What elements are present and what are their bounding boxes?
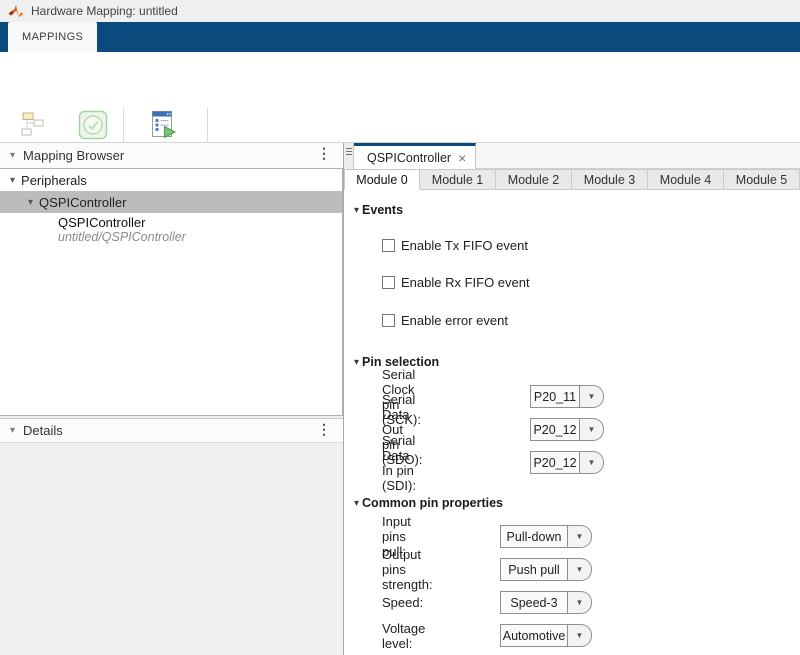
tab-module-3[interactable]: Module 3	[572, 169, 648, 190]
details-body	[0, 444, 343, 655]
dropdown-arrow-icon[interactable]: ▼	[580, 451, 604, 474]
dropdown-value: Speed-3	[500, 591, 568, 614]
dropdown-value: P20_11	[530, 385, 580, 408]
ribbon-band: MAPPINGS	[0, 22, 800, 52]
close-icon[interactable]: ×	[458, 152, 466, 164]
dropdown-sdo-pin[interactable]: P20_12 ▼	[530, 418, 604, 441]
dropdown-value: Automotive	[500, 624, 568, 647]
checkbox-enable-rx-fifo[interactable]	[382, 276, 395, 289]
dropdown-voltage-level[interactable]: Automotive ▼	[500, 624, 592, 647]
field-label-output-strength: Output pins strength:	[382, 547, 433, 592]
tab-mappings[interactable]: MAPPINGS	[8, 22, 97, 52]
dropdown-value: Push pull	[500, 558, 568, 581]
panel-menu-icon[interactable]: ⋮	[317, 145, 331, 162]
checkbox-enable-tx-fifo[interactable]	[382, 239, 395, 252]
tree-leaf-path: untitled/QSPIController	[58, 230, 342, 245]
peripherals-tree: ▾ Peripherals ▾ QSPIController QSPIContr…	[0, 168, 343, 416]
details-header: ▾ Details ⋮	[0, 418, 343, 443]
dropdown-input-pins-pull[interactable]: Pull-down ▼	[500, 525, 592, 548]
mapping-browser-panel: ▾ Mapping Browser ⋮ ▾ Peripherals ▾ QSPI…	[0, 143, 344, 655]
tree-item-label: Peripherals	[21, 173, 87, 188]
details-title: Details	[23, 423, 63, 438]
dropdown-value: P20_12	[530, 451, 580, 474]
checkbox-row-error[interactable]: Enable error event	[382, 312, 508, 328]
tree-leaf-name: QSPIController	[58, 215, 342, 230]
matlab-logo-icon	[8, 3, 24, 19]
tab-module-2[interactable]: Module 2	[496, 169, 572, 190]
dropdown-arrow-icon[interactable]: ▼	[568, 591, 592, 614]
module-tab-strip: Module 0 Module 1 Module 2 Module 3 Modu…	[344, 169, 800, 190]
expand-triangle-icon[interactable]: ▾	[10, 175, 15, 186]
module-settings-content: ▾ Events Enable Tx FIFO event Enable Rx …	[344, 190, 800, 655]
dropdown-arrow-icon[interactable]: ▼	[568, 525, 592, 548]
tree-item-qspicontroller-leaf[interactable]: QSPIController untitled/QSPIController	[0, 215, 342, 245]
collapse-triangle-icon[interactable]: ▾	[10, 425, 15, 436]
dropdown-output-pins-strength[interactable]: Push pull ▼	[500, 558, 592, 581]
apply-changes-icon	[78, 107, 108, 143]
generate-report-icon	[148, 107, 178, 143]
dropdown-arrow-icon[interactable]: ▼	[580, 385, 604, 408]
toolbar: Highlight Block Apply Changes	[0, 52, 800, 143]
section-collapse-icon[interactable]: ▾	[354, 357, 359, 368]
tab-module-1[interactable]: Module 1	[420, 169, 496, 190]
collapse-triangle-icon[interactable]: ▾	[10, 150, 15, 161]
checkbox-row-rx-fifo[interactable]: Enable Rx FIFO event	[382, 274, 530, 290]
tab-module-0[interactable]: Module 0	[344, 169, 420, 190]
editor-panel: QSPIController × Module 0 Module 1 Modul…	[344, 143, 800, 655]
dropdown-arrow-icon[interactable]: ▼	[568, 624, 592, 647]
section-collapse-icon[interactable]: ▾	[354, 205, 359, 216]
expand-triangle-icon[interactable]: ▾	[28, 197, 33, 208]
section-title: Common pin properties	[362, 496, 503, 510]
panel-menu-icon[interactable]: ⋮	[317, 421, 331, 438]
field-label-speed: Speed:	[382, 595, 423, 610]
section-title: Events	[362, 203, 403, 217]
tree-item-qspicontroller-group[interactable]: ▾ QSPIController	[0, 191, 342, 213]
tree-item-peripherals[interactable]: ▾ Peripherals	[0, 169, 342, 191]
document-tab-label: QSPIController	[367, 151, 451, 165]
document-tab-qspicontroller[interactable]: QSPIController ×	[354, 143, 476, 169]
checkbox-label: Enable error event	[401, 313, 508, 328]
checkbox-enable-error[interactable]	[382, 314, 395, 327]
section-events[interactable]: ▾ Events	[354, 203, 403, 217]
dropdown-sck-pin[interactable]: P20_11 ▼	[530, 385, 604, 408]
highlight-block-icon	[18, 107, 48, 143]
field-label-voltage: Voltage level:	[382, 621, 425, 651]
document-tab-bar: QSPIController ×	[344, 143, 800, 169]
dropdown-arrow-icon[interactable]: ▼	[568, 558, 592, 581]
tree-item-label: QSPIController	[39, 195, 126, 210]
mapping-browser-header: ▾ Mapping Browser ⋮	[0, 143, 343, 168]
section-collapse-icon[interactable]: ▾	[354, 498, 359, 509]
checkbox-label: Enable Rx FIFO event	[401, 275, 530, 290]
document-list-icon[interactable]	[344, 143, 354, 169]
mapping-browser-title: Mapping Browser	[23, 148, 124, 163]
tab-module-5[interactable]: Module 5	[724, 169, 800, 190]
dropdown-arrow-icon[interactable]: ▼	[580, 418, 604, 441]
checkbox-label: Enable Tx FIFO event	[401, 238, 528, 253]
field-label-sdi: Serial Data In pin (SDI):	[382, 433, 416, 493]
dropdown-sdi-pin[interactable]: P20_12 ▼	[530, 451, 604, 474]
section-common-pin-properties[interactable]: ▾ Common pin properties	[354, 496, 503, 510]
checkbox-row-tx-fifo[interactable]: Enable Tx FIFO event	[382, 237, 528, 253]
dropdown-speed[interactable]: Speed-3 ▼	[500, 591, 592, 614]
dropdown-value: P20_12	[530, 418, 580, 441]
dropdown-value: Pull-down	[500, 525, 568, 548]
window-title: Hardware Mapping: untitled	[31, 4, 178, 18]
tab-module-4[interactable]: Module 4	[648, 169, 724, 190]
title-bar: Hardware Mapping: untitled	[0, 0, 800, 22]
